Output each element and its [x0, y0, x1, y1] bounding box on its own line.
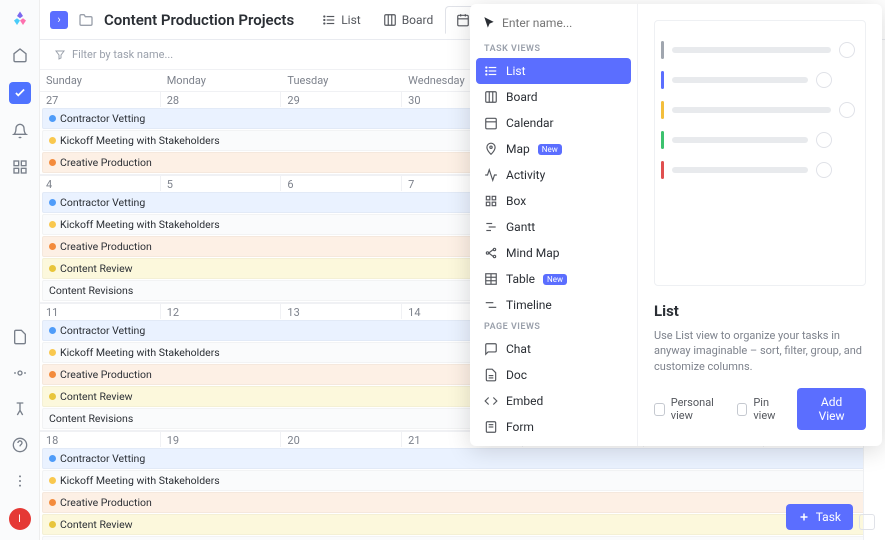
view-option-calendar[interactable]: Calendar: [476, 110, 631, 136]
page-title: Content Production Projects: [104, 11, 294, 29]
date-cell[interactable]: 6: [281, 175, 402, 191]
notifications-icon[interactable]: [11, 122, 29, 140]
day-header: Tuesday: [281, 70, 402, 91]
view-option-map[interactable]: MapNew: [476, 136, 631, 162]
tab-board[interactable]: Board: [373, 6, 444, 33]
page-views-heading: PAGE VIEWS: [476, 318, 631, 336]
tab-list[interactable]: List: [312, 6, 371, 33]
date-cell[interactable]: 28: [161, 91, 282, 107]
left-sidebar: I: [0, 0, 40, 540]
date-cell[interactable]: 19: [161, 431, 282, 447]
view-option-activity[interactable]: Activity: [476, 162, 631, 188]
view-option-list[interactable]: List: [476, 58, 631, 84]
apps-icon[interactable]: [11, 158, 29, 176]
tasks-icon[interactable]: [9, 82, 31, 104]
view-option-table[interactable]: TableNew: [476, 266, 631, 292]
more-icon[interactable]: [11, 472, 29, 490]
date-cell[interactable]: 13: [281, 303, 402, 319]
folder-icon: [78, 12, 94, 28]
home-icon[interactable]: [11, 46, 29, 64]
add-view-popover: TASK VIEWS ListBoardCalendarMapNewActivi…: [470, 4, 882, 446]
task-views-heading: TASK VIEWS: [476, 40, 631, 58]
date-cell[interactable]: 5: [161, 175, 282, 191]
calendar-task-bar[interactable]: Kickoff Meeting with Stakeholders: [42, 470, 883, 491]
view-option-embed[interactable]: Embed: [476, 388, 631, 414]
date-cell[interactable]: 27: [40, 91, 161, 107]
date-cell[interactable]: 4: [40, 175, 161, 191]
pulse-icon[interactable]: [11, 364, 29, 382]
help-icon[interactable]: [11, 436, 29, 454]
date-cell[interactable]: 12: [161, 303, 282, 319]
task-tray-icon[interactable]: [859, 514, 875, 530]
view-detail-title: List: [654, 302, 866, 320]
date-cell[interactable]: 18: [40, 431, 161, 447]
view-preview: [654, 20, 866, 286]
cursor-icon: [482, 16, 496, 30]
app-logo-icon[interactable]: [11, 10, 29, 28]
new-task-button[interactable]: Task: [786, 504, 853, 530]
view-option-form[interactable]: Form: [476, 414, 631, 440]
day-header: Sunday: [40, 70, 161, 91]
day-header: Monday: [161, 70, 282, 91]
view-name-input[interactable]: [502, 16, 625, 30]
personal-view-checkbox[interactable]: Personal view: [654, 396, 725, 422]
date-cell[interactable]: 11: [40, 303, 161, 319]
goals-icon[interactable]: [11, 400, 29, 418]
date-cell[interactable]: 20: [281, 431, 402, 447]
view-detail-desc: Use List view to organize your tasks in …: [654, 328, 866, 374]
filter-input[interactable]: Filter by task name...: [72, 48, 173, 61]
calendar-task-bar[interactable]: Contractor Vetting: [42, 448, 883, 469]
user-avatar[interactable]: I: [9, 508, 31, 530]
calendar-task-bar[interactable]: Content Review: [42, 514, 883, 535]
view-option-board[interactable]: Board: [476, 84, 631, 110]
docs-icon[interactable]: [11, 328, 29, 346]
filter-icon[interactable]: [54, 49, 66, 61]
view-option-mindmap[interactable]: Mind Map: [476, 240, 631, 266]
expand-sidebar-icon[interactable]: ›: [50, 11, 68, 29]
pin-view-checkbox[interactable]: Pin view: [737, 396, 785, 422]
add-view-button[interactable]: Add View: [797, 388, 866, 430]
view-option-doc[interactable]: Doc: [476, 362, 631, 388]
calendar-task-bar[interactable]: Content Revisions: [42, 536, 883, 540]
view-option-timeline[interactable]: Timeline: [476, 292, 631, 318]
calendar-task-bar[interactable]: Creative Production: [42, 492, 883, 513]
view-option-chat[interactable]: Chat: [476, 336, 631, 362]
view-option-box[interactable]: Box: [476, 188, 631, 214]
date-cell[interactable]: 29: [281, 91, 402, 107]
view-option-gantt[interactable]: Gantt: [476, 214, 631, 240]
